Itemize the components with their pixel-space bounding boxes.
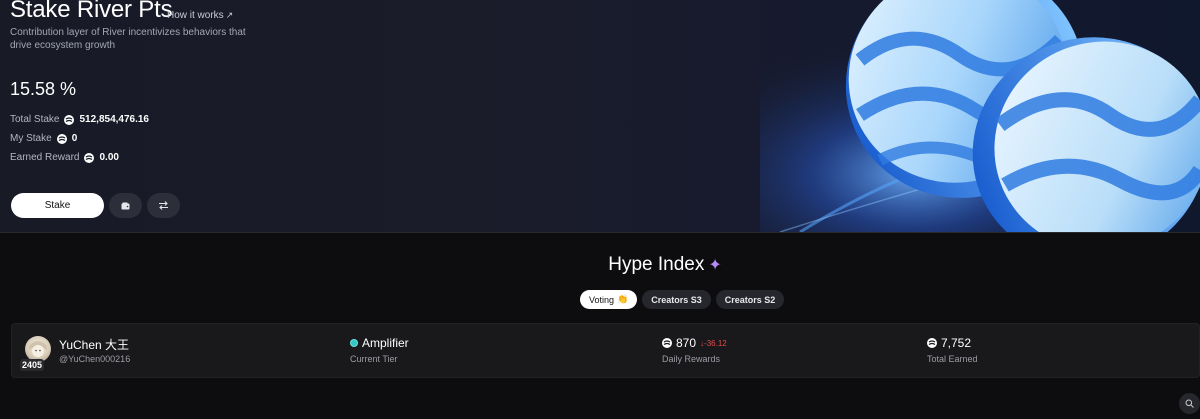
river-icon (927, 338, 937, 348)
earned-reward-label: Earned Reward (10, 152, 80, 163)
how-it-works-label: How it works (167, 10, 224, 21)
tier-column: Amplifier Current Tier (350, 336, 409, 364)
stake-button[interactable]: Stake (11, 193, 104, 218)
earned-reward-row: Earned Reward 0.00 (10, 152, 119, 163)
user-stats-card: 2405 YuChen 大王 @YuChen000216 Amplifier C… (11, 323, 1200, 378)
stake-hero-section: Stake River Pts How it works ↗ Contributi… (0, 0, 1200, 232)
total-earned-column: 7,752 Total Earned (927, 336, 978, 364)
daily-rewards-delta: ↓-36.12 (700, 338, 727, 348)
river-icon (84, 152, 95, 163)
river-logo-3d-art (760, 0, 1200, 232)
river-icon (56, 133, 67, 144)
daily-rewards-column: 870 ↓-36.12 Daily Rewards (662, 336, 727, 364)
river-icon (662, 338, 672, 348)
tab-voting-label: Voting (589, 294, 615, 305)
rank-badge: 2405 (20, 359, 45, 371)
wallet-icon (121, 202, 130, 209)
user-display-name: YuChen 大王 (59, 338, 130, 352)
my-stake-label: My Stake (10, 133, 52, 144)
tab-creators-s2[interactable]: Creators S2 (715, 290, 785, 309)
tab-voting[interactable]: Voting 👏 (580, 290, 638, 309)
tier-label: Current Tier (350, 354, 398, 364)
total-earned-value: 7,752 (941, 336, 972, 350)
total-stake-value: 512,854,476.16 (79, 114, 149, 125)
total-stake-row: Total Stake 512,854,476.16 (10, 114, 149, 125)
daily-rewards-label: Daily Rewards (662, 354, 721, 364)
swap-arrows-icon (159, 201, 168, 210)
clap-icon: 👏 (617, 294, 629, 304)
search-button[interactable] (1179, 393, 1200, 414)
total-earned-label: Total Earned (927, 354, 978, 364)
tier-badge-icon (350, 339, 358, 347)
river-icon (64, 114, 75, 125)
sparkle-icon: ✦ (708, 257, 722, 274)
swap-button[interactable] (147, 193, 180, 218)
hype-index-title: Hype Index (608, 254, 705, 275)
earned-reward-value: 0.00 (99, 152, 119, 163)
daily-rewards-value: 870 (676, 336, 697, 350)
my-stake-value: 0 (71, 133, 78, 144)
hype-index-heading: Hype Index ✦ (0, 254, 1200, 276)
total-stake-label: Total Stake (10, 114, 60, 125)
page-title: Stake River Pts (10, 0, 173, 23)
hero-description: Contribution layer of River incentivizes… (10, 27, 246, 51)
wallet-button[interactable] (109, 193, 142, 218)
hype-tabs: Voting 👏 Creators S3 Creators S2 (580, 290, 785, 309)
user-handle: @YuChen000216 (59, 354, 131, 364)
search-icon (1185, 399, 1194, 408)
tier-name: Amplifier (362, 336, 409, 350)
external-link-icon: ↗ (225, 10, 234, 20)
apr-value: 15.58 % (10, 79, 77, 99)
tab-creators-s3[interactable]: Creators S3 (642, 290, 711, 309)
my-stake-row: My Stake 0 (10, 133, 77, 144)
hype-index-section: Hype Index ✦ Voting 👏 Creators S3 Creators… (0, 232, 1200, 419)
how-it-works-link[interactable]: How it works ↗ (167, 10, 233, 21)
